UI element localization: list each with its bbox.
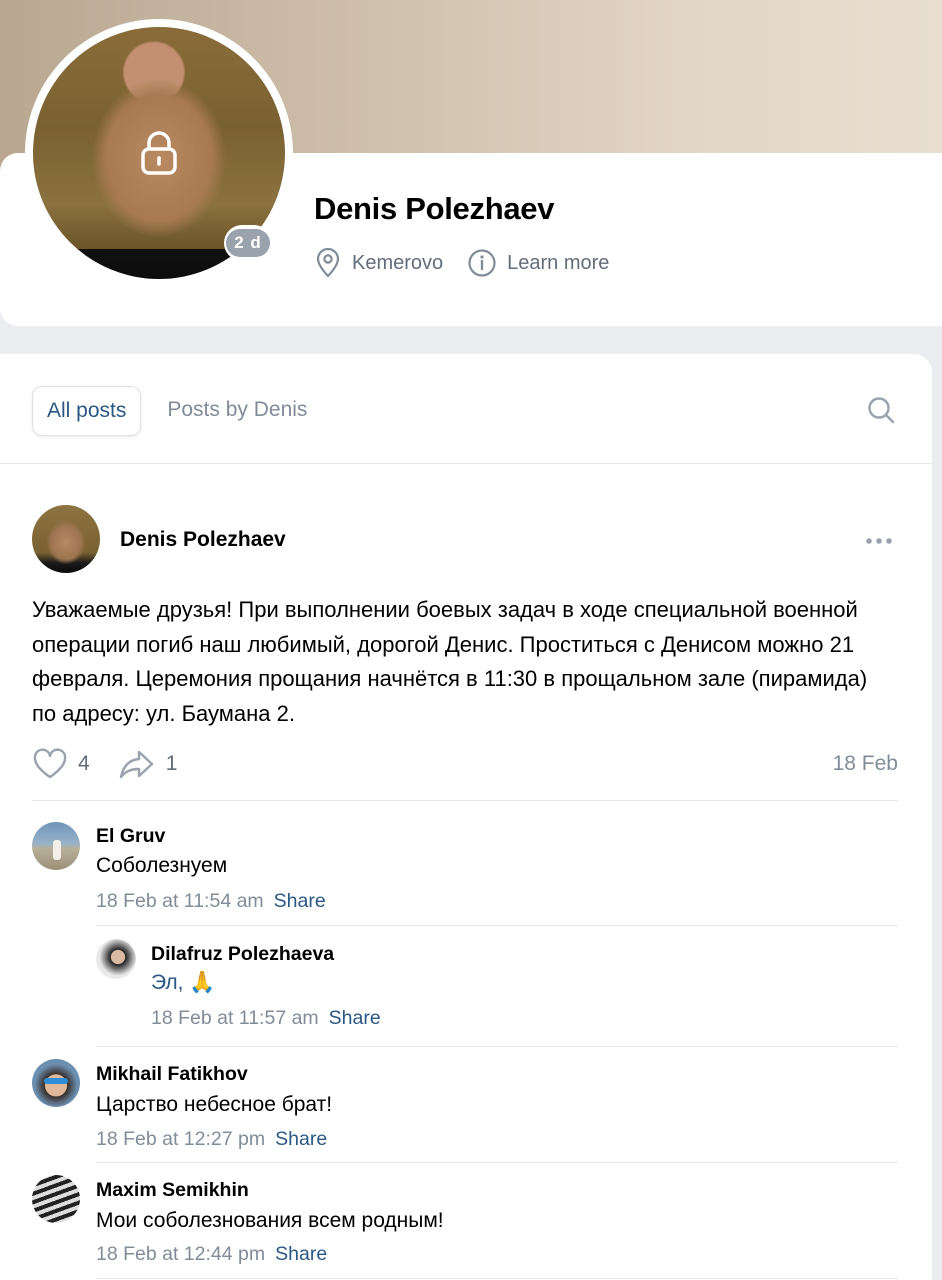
like-button[interactable]: 4 xyxy=(32,748,90,780)
comment-text: Царство небесное брат! xyxy=(96,1093,333,1116)
comment-text: Эл, 🙏 xyxy=(151,971,215,995)
comment-share-link[interactable]: Share xyxy=(274,890,326,912)
comment-footer: 18 Feb at 11:57 am Share xyxy=(151,1007,381,1030)
comment-text: Соболезнуем xyxy=(96,854,228,877)
comment-avatar[interactable] xyxy=(32,1059,80,1107)
comment-author[interactable]: Dilafruz Polezhaeva xyxy=(151,943,334,966)
comments-divider xyxy=(32,800,898,801)
comment-author[interactable]: Mikhail Fatikhov xyxy=(96,1063,248,1086)
info-icon xyxy=(468,249,496,277)
tab-posts-by-owner[interactable]: Posts by Denis xyxy=(153,386,321,436)
comment-share-link[interactable]: Share xyxy=(275,1128,327,1150)
posts-card: All posts Posts by Denis Denis Polezhaev… xyxy=(0,354,932,1280)
profile-name: Denis Polezhaev xyxy=(314,191,555,226)
comment-footer: 18 Feb at 12:44 pm Share xyxy=(96,1243,327,1266)
share-count: 1 xyxy=(165,752,178,775)
location-pin-icon xyxy=(316,248,340,278)
post-date[interactable]: 18 Feb xyxy=(833,752,898,776)
comment-avatar[interactable] xyxy=(32,822,80,870)
learn-more-label: Learn more xyxy=(507,251,610,274)
comment-avatar[interactable] xyxy=(96,939,136,979)
comment-time[interactable]: 18 Feb at 12:44 pm xyxy=(96,1243,265,1265)
comment-share-link[interactable]: Share xyxy=(275,1243,327,1265)
location-item: Kemerovo xyxy=(314,248,443,278)
tabs-divider xyxy=(0,463,932,464)
comment-divider xyxy=(96,1046,898,1047)
post-author-avatar[interactable] xyxy=(32,505,100,573)
comment-footer: 18 Feb at 12:27 pm Share xyxy=(96,1128,327,1151)
comment-author[interactable]: El Gruv xyxy=(96,825,165,848)
profile-meta: Kemerovo Learn more xyxy=(314,248,633,278)
comment-time[interactable]: 18 Feb at 11:57 am xyxy=(151,1007,319,1029)
last-seen-label: 2 d xyxy=(226,229,270,257)
comment-divider xyxy=(96,1278,898,1279)
post-tabs: All posts Posts by Denis xyxy=(32,386,321,436)
comment-mention[interactable]: Эл, xyxy=(151,971,183,994)
last-seen-badge: 2 d xyxy=(224,225,272,261)
comment-divider xyxy=(96,925,898,926)
comment-reply-item: Dilafruz Polezhaeva Эл, 🙏 18 Feb at 11:5… xyxy=(96,939,898,1049)
comment-author[interactable]: Maxim Semikhin xyxy=(96,1179,249,1202)
comment-time[interactable]: 18 Feb at 12:27 pm xyxy=(96,1128,265,1150)
heart-icon xyxy=(33,748,67,779)
comment-item: El Gruv Соболезнуем 18 Feb at 11:54 am Sh… xyxy=(32,822,898,932)
comment-item: Maxim Semikhin Мои соболезнования всем р… xyxy=(32,1175,898,1280)
comment-share-link[interactable]: Share xyxy=(329,1007,381,1029)
search-icon xyxy=(868,397,895,424)
post-text: Уважаемые друзья! При выполнении боевых … xyxy=(32,597,868,726)
comment-item: Mikhail Fatikhov Царство небесное брат! … xyxy=(32,1059,898,1169)
like-count: 4 xyxy=(78,752,90,775)
comment-text: Мои соболезнования всем родным! xyxy=(96,1209,444,1232)
post-author-name[interactable]: Denis Polezhaev xyxy=(120,528,286,552)
learn-more-link[interactable]: Learn more xyxy=(467,248,609,278)
comment-footer: 18 Feb at 11:54 am Share xyxy=(96,890,326,913)
share-button[interactable]: 1 xyxy=(118,748,178,780)
more-icon[interactable] xyxy=(864,534,894,552)
location-label: Kemerovo xyxy=(352,251,444,274)
post-actions: 4 1 18 Feb xyxy=(32,746,898,782)
tab-all-posts[interactable]: All posts xyxy=(32,386,142,436)
emoji-praying-hands: 🙏 xyxy=(189,971,216,994)
comment-avatar[interactable] xyxy=(32,1175,80,1223)
search-button[interactable] xyxy=(866,395,896,430)
comment-time[interactable]: 18 Feb at 11:54 am xyxy=(96,890,264,912)
share-arrow-icon xyxy=(119,750,153,779)
lock-icon xyxy=(139,131,179,175)
comment-divider xyxy=(96,1162,898,1163)
